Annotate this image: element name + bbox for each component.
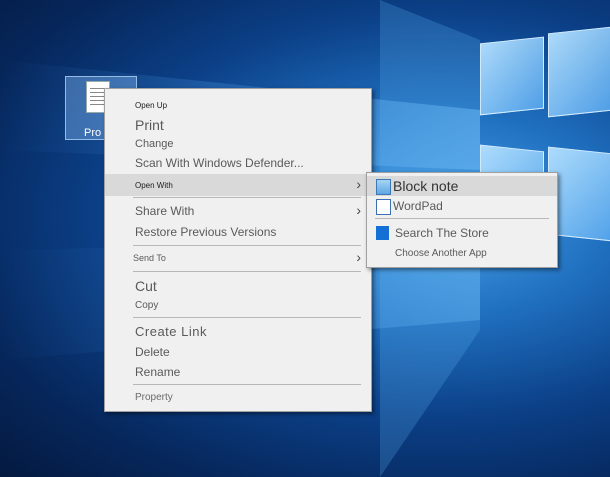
- wordpad-icon: [376, 199, 391, 215]
- submenu-item-label: Block note: [393, 178, 459, 194]
- menu-item-label: Change: [135, 138, 174, 150]
- menu-separator: [133, 271, 361, 272]
- chevron-right-icon: ›: [356, 176, 361, 192]
- menu-item-label: Delete: [135, 345, 170, 359]
- menu-item-rename[interactable]: Rename: [105, 363, 371, 382]
- submenu-item-label: Choose Another App: [395, 248, 487, 259]
- context-menu: Open Up Print Change Scan With Windows D…: [104, 88, 372, 412]
- menu-item-label: Cut: [135, 278, 157, 294]
- menu-item-copy[interactable]: Copy: [105, 297, 371, 315]
- windows-logo: [470, 0, 610, 330]
- menu-item-label: Scan With Windows Defender...: [135, 156, 304, 170]
- submenu-item-label: Search The Store: [395, 226, 489, 240]
- menu-item-create-link[interactable]: Create Link: [105, 322, 371, 342]
- submenu-item-wordpad[interactable]: WordPad: [367, 197, 557, 215]
- menu-separator: [375, 218, 549, 219]
- submenu-item-label: WordPad: [393, 199, 443, 213]
- menu-item-label: Create Link: [135, 324, 207, 339]
- menu-item-properties[interactable]: Property: [105, 389, 371, 407]
- menu-item-label: Rename: [135, 365, 181, 379]
- submenu-item-search-store[interactable]: Search The Store: [367, 223, 557, 243]
- menu-item-cut[interactable]: Cut: [105, 276, 371, 296]
- menu-item-label: Copy: [135, 300, 159, 311]
- menu-item-delete[interactable]: Delete: [105, 343, 371, 362]
- menu-item-label: Open Up: [135, 101, 168, 110]
- submenu-item-choose-app[interactable]: Choose Another App: [367, 245, 557, 263]
- menu-item-open[interactable]: Open Up: [105, 97, 371, 115]
- menu-separator: [133, 384, 361, 385]
- menu-separator: [133, 317, 361, 318]
- chevron-right-icon: ›: [356, 202, 361, 218]
- menu-item-restore-versions[interactable]: Restore Previous Versions: [105, 222, 371, 242]
- desktop-file-label: Pro: [84, 127, 102, 139]
- open-with-submenu: Block note WordPad Search The Store Choo…: [366, 172, 558, 268]
- menu-item-open-with[interactable]: Open With ›: [105, 174, 371, 196]
- menu-item-label: Share With: [135, 204, 195, 218]
- submenu-item-notepad[interactable]: Block note: [367, 176, 557, 196]
- menu-item-send-to[interactable]: Send To ›: [105, 248, 371, 268]
- menu-item-change[interactable]: Change: [105, 136, 371, 153]
- menu-item-label: Open With: [135, 181, 173, 190]
- menu-item-print[interactable]: Print: [105, 115, 371, 135]
- menu-separator: [133, 245, 361, 246]
- menu-item-label: Property: [135, 392, 173, 403]
- menu-item-label: Restore Previous Versions: [135, 225, 277, 239]
- menu-item-label: Print: [135, 117, 164, 133]
- menu-separator: [133, 197, 361, 198]
- menu-item-share-with[interactable]: Share With ›: [105, 201, 371, 221]
- chevron-right-icon: ›: [356, 249, 361, 265]
- notepad-icon: [376, 179, 391, 195]
- menu-item-scan-defender[interactable]: Scan With Windows Defender...: [105, 154, 371, 172]
- menu-item-label: Send To: [133, 253, 166, 263]
- store-icon: [376, 226, 389, 240]
